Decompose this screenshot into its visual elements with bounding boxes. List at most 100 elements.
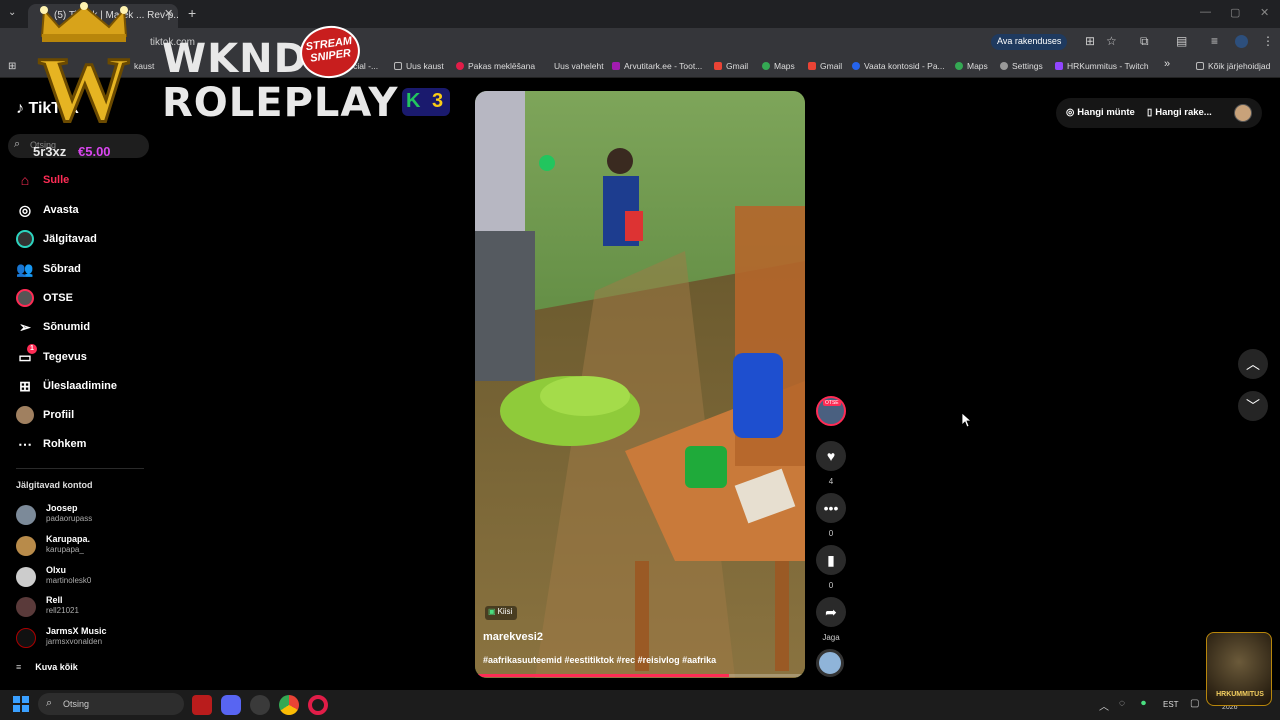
more-icon: ⋯ <box>18 435 32 452</box>
video-progress-track[interactable] <box>475 674 805 677</box>
profile-avatar[interactable] <box>1235 35 1248 48</box>
music-disc[interactable] <box>816 649 846 677</box>
overlay-brand-bottom: ROLEPLAY <box>162 80 399 126</box>
live-icon <box>16 289 34 307</box>
bookmark-item[interactable]: Vaata kontosid - Pa... <box>852 61 945 71</box>
nav-item-rohkem[interactable]: ⋯ Rohkem <box>16 432 86 456</box>
discord-icon[interactable] <box>221 695 241 715</box>
nav-label: OTSE <box>43 292 73 304</box>
bookmark-item[interactable]: Uus kaust <box>394 61 444 71</box>
get-coins-button[interactable]: ◎ Hangi münte <box>1066 107 1135 118</box>
site-favicon-icon <box>852 62 860 70</box>
compass-icon: ◎ <box>18 201 32 218</box>
app-icon-gear[interactable] <box>250 695 270 715</box>
tab-close-icon[interactable]: ✕ <box>164 7 173 20</box>
extensions-icon[interactable]: ⧉ <box>1140 34 1149 49</box>
streamer-watermark: HRKUMMITUS <box>1206 632 1272 706</box>
nav-item-jalgitavad[interactable]: Jälgitavad <box>16 227 97 251</box>
like-count: 4 <box>828 477 834 486</box>
notification-icon[interactable]: ▢ <box>1190 698 1199 709</box>
kick-icon: K <box>406 90 421 112</box>
get-app-button[interactable]: ▯ Hangi rake... <box>1147 107 1212 118</box>
previous-video-button[interactable]: ︿ <box>1238 349 1268 379</box>
nav-label: Avasta <box>43 204 79 216</box>
nav-item-sulle[interactable]: ⌂ Sulle <box>16 168 70 192</box>
avatar <box>16 567 36 587</box>
nav-item-avasta[interactable]: ◎ Avasta <box>16 198 79 222</box>
creator-avatar-live[interactable]: OTSE <box>816 396 846 426</box>
bookmark-item[interactable]: Gmail <box>714 61 748 71</box>
maps-icon <box>762 62 770 70</box>
chevron-down-icon: ﹀ <box>1246 398 1260 414</box>
share-label: Jaga <box>822 633 840 642</box>
avatar <box>16 628 36 648</box>
new-tab-icon[interactable]: + <box>188 5 196 21</box>
bookmark-item[interactable]: Gmail <box>808 61 842 71</box>
share-action[interactable]: ➦ Jaga <box>816 597 846 642</box>
nav-label: Üleslaadimine <box>43 380 117 392</box>
media-icon[interactable]: ≡ <box>1211 34 1218 48</box>
overlay-user-tag: 5r3xz <box>33 144 67 159</box>
overlay-balance: €5.00 <box>78 144 111 159</box>
browser-menu-icon[interactable]: ⋮ <box>1262 34 1274 48</box>
window-close-icon[interactable]: ✕ <box>1260 6 1269 19</box>
nav-label: Rohkem <box>43 438 87 450</box>
bookmark-star-icon[interactable]: ☆ <box>1106 34 1117 48</box>
like-action[interactable]: ♥ 4 <box>816 441 846 486</box>
user-avatar[interactable] <box>1234 104 1252 122</box>
sidepanel-icon[interactable]: ▤ <box>1176 34 1187 48</box>
bookmark-item[interactable]: Arvutitark.ee - Toot... <box>612 61 702 71</box>
start-windows-icon[interactable] <box>13 696 29 712</box>
next-video-button[interactable]: ﹀ <box>1238 391 1268 421</box>
bookmark-item[interactable]: Uus vaheleht <box>554 61 604 71</box>
label-icon: ▣ <box>488 607 496 616</box>
nav-item-sonumid[interactable]: ➢ Sõnumid <box>16 315 90 339</box>
gear-icon <box>1000 62 1008 70</box>
chevron-up-icon: ︿ <box>1246 356 1260 372</box>
comment-action[interactable]: ••• 0 <box>816 493 846 538</box>
see-all-link[interactable]: ≡ Kuva kõik <box>16 662 78 672</box>
save-action[interactable]: ▮ 0 <box>816 545 846 590</box>
upload-icon: ⊞ <box>19 377 31 394</box>
heart-icon: ♥ <box>816 441 846 471</box>
gmail-icon <box>808 62 816 70</box>
kick-badge: K 3 <box>402 88 450 116</box>
nav-item-sobrad[interactable]: 👥 Sõbrad <box>16 257 81 281</box>
video-player[interactable]: ▣ Kiisi marekvesi2 #aafrikasuuteemid #ees… <box>475 91 805 678</box>
mouse-pointer-icon <box>962 413 972 427</box>
crown-logo-graphic: W <box>37 2 132 142</box>
bookmarks-overflow-icon[interactable]: » <box>1164 58 1170 70</box>
language-indicator[interactable]: EST <box>1163 700 1179 709</box>
bookmark-item[interactable]: Pakas meklēšana <box>456 61 535 71</box>
phone-icon: ▯ <box>1147 107 1153 118</box>
nav-item-otse[interactable]: OTSE <box>16 286 73 310</box>
nav-item-tegevus[interactable]: ▭ 1 Tegevus <box>16 344 87 369</box>
taskbar-search[interactable]: ⌕ Otsing <box>38 693 184 715</box>
nav-label: Sõnumid <box>43 321 91 333</box>
video-author[interactable]: marekvesi2 <box>483 631 543 643</box>
bookmark-item[interactable]: Maps <box>762 61 795 71</box>
coin-icon: ◎ <box>1066 107 1075 118</box>
list-icon: ≡ <box>16 662 22 672</box>
opera-icon[interactable] <box>308 695 328 715</box>
taskbar-search-placeholder: Otsing <box>63 699 90 709</box>
share-icon: ➦ <box>816 597 846 627</box>
bookmark-item[interactable]: Settings <box>1000 61 1043 71</box>
app-icon-video[interactable] <box>192 695 212 715</box>
save-count: 0 <box>828 581 834 590</box>
sidebar-divider <box>16 468 144 469</box>
maximize-icon[interactable]: ▢ <box>1230 6 1240 19</box>
nav-item-upload[interactable]: ⊞ Üleslaadimine <box>16 374 117 398</box>
network-icon[interactable]: ◌ <box>1119 698 1125 709</box>
bookmark-item[interactable]: Maps <box>955 61 988 71</box>
tray-chevron-icon[interactable]: ︿ <box>1099 698 1109 713</box>
translate-icon[interactable]: ⊞ <box>1085 34 1095 48</box>
video-caption[interactable]: #aafrikasuuteemid #eestitiktok #rec #rei… <box>483 655 716 665</box>
chrome-icon[interactable] <box>279 695 299 715</box>
nav-item-profiil[interactable]: Profiil <box>16 403 74 427</box>
bookmark-item[interactable]: HRKummitus - Twitch <box>1055 61 1149 71</box>
open-in-app-button[interactable]: Ava rakenduses <box>991 34 1068 50</box>
all-bookmarks[interactable]: Kõik järjehoidjad <box>1196 61 1270 71</box>
minimize-icon[interactable]: — <box>1200 6 1211 18</box>
microphone-icon[interactable]: ⏺ <box>1141 698 1146 709</box>
